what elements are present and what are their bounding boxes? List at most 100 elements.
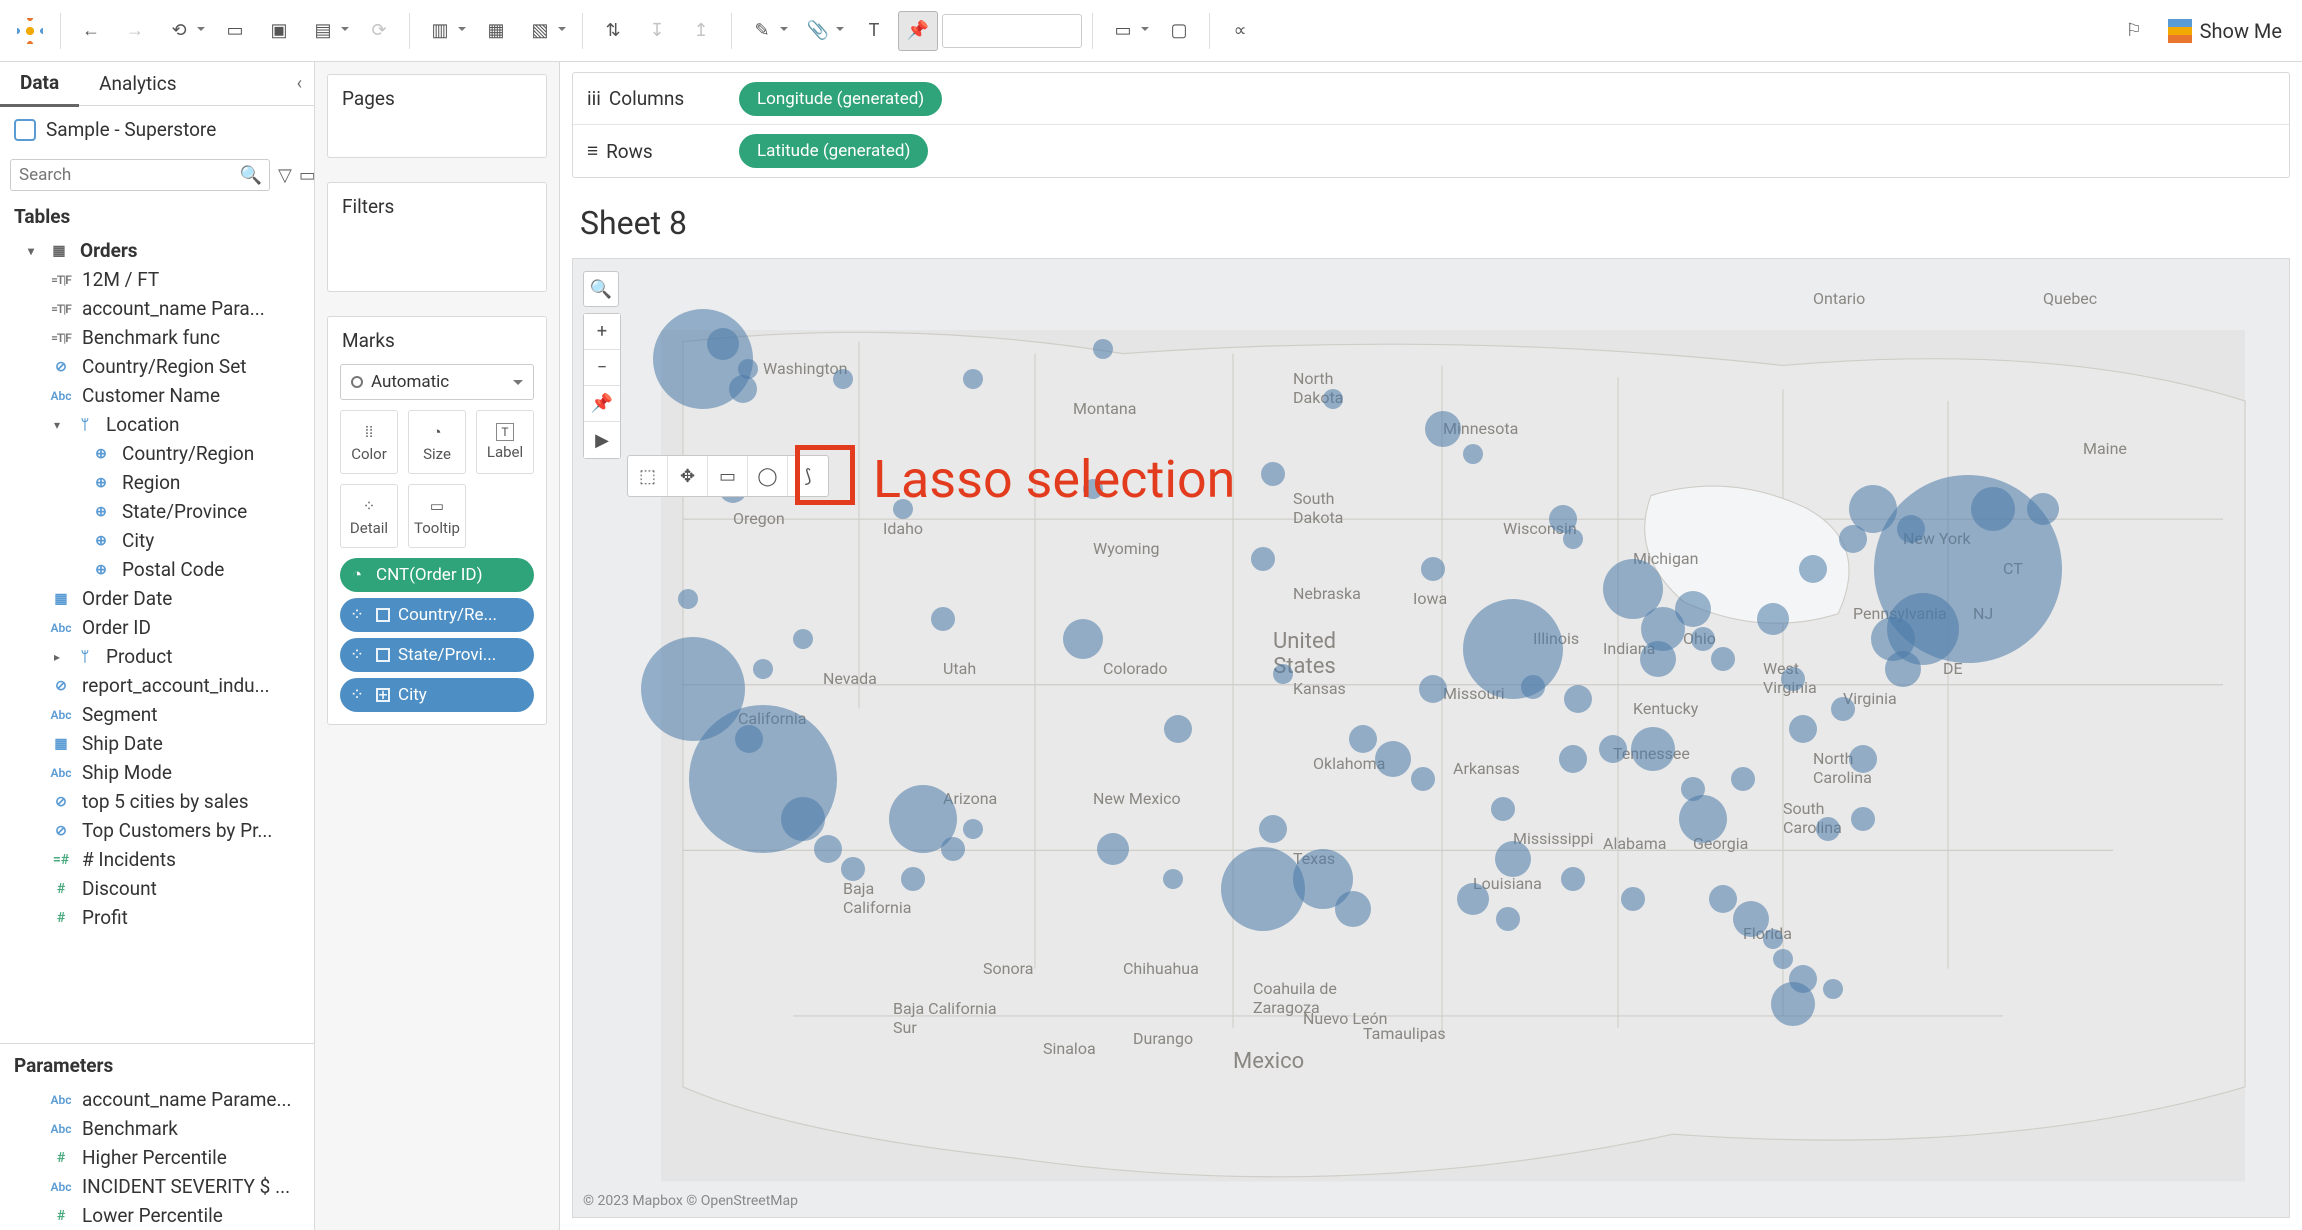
field-item[interactable]: =T|F Benchmark func	[0, 323, 314, 352]
data-point[interactable]	[841, 857, 865, 881]
data-point[interactable]	[1323, 389, 1343, 409]
pan-button[interactable]: ✥	[668, 456, 708, 496]
pages-shelf[interactable]: Pages	[327, 74, 547, 158]
data-point[interactable]	[1679, 795, 1727, 843]
data-point[interactable]	[1063, 619, 1103, 659]
data-point[interactable]	[1349, 725, 1377, 753]
back-button[interactable]: ←	[71, 11, 111, 51]
field-item[interactable]: ⊘ Country/Region Set	[0, 352, 314, 381]
highlight-button[interactable]: ✎	[742, 11, 782, 51]
undo-history-button[interactable]: ⟲	[159, 11, 199, 51]
rows-shelf[interactable]: ≡Rows Latitude (generated)	[573, 125, 2289, 177]
refresh-button[interactable]: ▤	[303, 11, 343, 51]
data-point[interactable]	[931, 607, 955, 631]
field-item[interactable]: Abc Benchmark	[0, 1114, 314, 1143]
search-input[interactable]	[10, 159, 270, 191]
marks-size[interactable]: ◔ Size	[408, 410, 466, 474]
data-point[interactable]	[963, 369, 983, 389]
data-point[interactable]	[1457, 883, 1489, 915]
datasource-selector[interactable]: Sample - Superstore	[0, 106, 314, 153]
data-point[interactable]	[1163, 869, 1183, 889]
data-point[interactable]	[963, 819, 983, 839]
data-point[interactable]	[707, 328, 739, 360]
field-item[interactable]: # Discount	[0, 874, 314, 903]
field-item[interactable]: ⊕ Country/Region	[0, 439, 314, 468]
save-button[interactable]: ▭	[215, 11, 255, 51]
fit-button[interactable]: ▭	[1103, 11, 1143, 51]
data-point[interactable]	[1709, 885, 1737, 913]
map-search-button[interactable]: 🔍	[583, 271, 619, 307]
new-worksheet-button[interactable]: ▥	[420, 11, 460, 51]
view-options-icon[interactable]: ▭▾	[300, 163, 315, 187]
field-item[interactable]: Abc Customer Name	[0, 381, 314, 410]
data-point[interactable]	[1733, 901, 1769, 937]
columns-pill[interactable]: Longitude (generated)	[739, 82, 942, 116]
field-item[interactable]: ⊕ Region	[0, 468, 314, 497]
marks-color[interactable]: ⁞⁞ Color	[340, 410, 398, 474]
field-item[interactable]: ⊘ Top Customers by Pr...	[0, 816, 314, 845]
data-point[interactable]	[1691, 627, 1715, 651]
data-point[interactable]	[793, 629, 813, 649]
collapse-pane-button[interactable]: ‹	[285, 73, 314, 94]
mark-type-selector[interactable]: Automatic	[340, 364, 534, 400]
tab-analytics[interactable]: Analytics	[79, 62, 196, 105]
labels-button[interactable]: T	[854, 11, 894, 51]
tab-data[interactable]: Data	[0, 62, 79, 107]
zoom-area-button[interactable]: ⬚	[628, 456, 668, 496]
data-point[interactable]	[1563, 529, 1583, 549]
data-point[interactable]	[1621, 887, 1645, 911]
field-item[interactable]: Abc Ship Mode	[0, 758, 314, 787]
share-button[interactable]: ∝	[1220, 11, 1260, 51]
field-item[interactable]: ⊕ State/Province	[0, 497, 314, 526]
data-point[interactable]	[1335, 891, 1371, 927]
data-point[interactable]	[1419, 675, 1447, 703]
data-point[interactable]	[1093, 339, 1113, 359]
data-point[interactable]	[678, 589, 698, 609]
radial-select-button[interactable]: ◯	[748, 456, 788, 496]
data-point[interactable]	[738, 359, 758, 379]
sort-asc-button[interactable]: ↧	[637, 11, 677, 51]
data-point[interactable]	[1771, 982, 1815, 1026]
hierarchy-location[interactable]: ▾ᛘ Location	[0, 410, 314, 439]
data-point[interactable]	[1731, 767, 1755, 791]
data-point[interactable]	[1711, 647, 1735, 671]
field-item[interactable]: # Profit	[0, 903, 314, 932]
data-point[interactable]	[1781, 667, 1805, 691]
data-point[interactable]	[1763, 929, 1783, 949]
data-point[interactable]	[1851, 807, 1875, 831]
hierarchy-product[interactable]: ▸ᛘ Product	[0, 642, 314, 671]
new-datasource-button[interactable]: ▣	[259, 11, 299, 51]
data-point[interactable]	[1411, 767, 1435, 791]
data-point[interactable]	[1521, 675, 1545, 699]
data-point[interactable]	[2027, 493, 2059, 525]
data-point[interactable]	[1463, 444, 1483, 464]
data-point[interactable]	[1564, 685, 1592, 713]
filters-shelf[interactable]: Filters	[327, 182, 547, 292]
data-point[interactable]	[833, 369, 853, 389]
data-point[interactable]	[1261, 462, 1285, 486]
data-point[interactable]	[1823, 979, 1843, 999]
data-point[interactable]	[1491, 797, 1515, 821]
field-item[interactable]: =T|F 12M / FT	[0, 265, 314, 294]
clear-button[interactable]: ▧	[520, 11, 560, 51]
sheet-title[interactable]: Sheet 8	[560, 188, 2302, 258]
data-point[interactable]	[1971, 487, 2015, 531]
field-item[interactable]: Abc INCIDENT SEVERITY $ ...	[0, 1172, 314, 1201]
mark-pill[interactable]: ⁘City	[340, 678, 534, 712]
show-me-button[interactable]: Show Me	[2158, 19, 2292, 43]
map-viz[interactable]: WashingtonMontanaNorthDakotaMinnesotaOnt…	[572, 258, 2290, 1218]
data-point[interactable]	[1496, 907, 1520, 931]
zoom-play-button[interactable]: ▶	[584, 422, 620, 458]
marks-tooltip[interactable]: ▭ Tooltip	[408, 484, 466, 548]
data-point[interactable]	[1495, 841, 1531, 877]
data-point[interactable]	[753, 659, 773, 679]
marks-label[interactable]: T Label	[476, 410, 534, 474]
data-point[interactable]	[1773, 949, 1793, 969]
zoom-in-button[interactable]: +	[584, 314, 620, 350]
field-item[interactable]: Abc Segment	[0, 700, 314, 729]
field-item[interactable]: ⊘ report_account_indu...	[0, 671, 314, 700]
data-point[interactable]	[941, 837, 965, 861]
duplicate-button[interactable]: ▦	[476, 11, 516, 51]
data-point[interactable]	[1251, 547, 1275, 571]
pause-button[interactable]: ⟳	[359, 11, 399, 51]
